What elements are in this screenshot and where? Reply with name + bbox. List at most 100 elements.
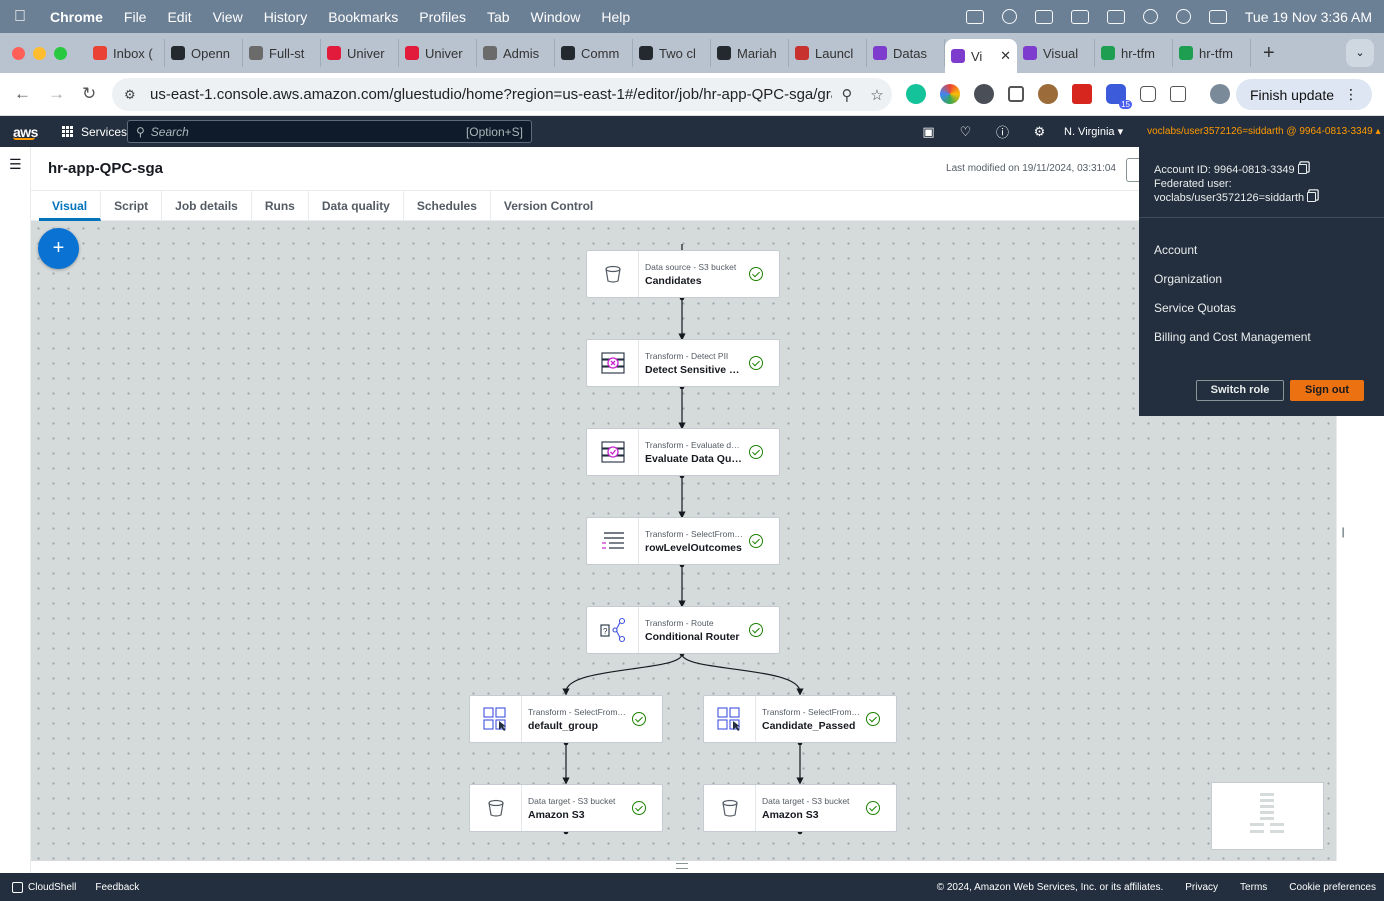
zoom-icon[interactable]: ⚲ <box>832 86 862 104</box>
terms-link[interactable]: Terms <box>1240 882 1267 893</box>
browser-tab[interactable]: Inbox ( <box>87 39 165 67</box>
tab-runs[interactable]: Runs <box>252 190 309 221</box>
menu-link-account[interactable]: Account <box>1154 243 1197 257</box>
browser-tab[interactable]: Comm <box>555 39 633 67</box>
privacy-link[interactable]: Privacy <box>1185 882 1218 893</box>
menu-view[interactable]: View <box>213 9 243 25</box>
apple-icon[interactable]:  <box>14 8 30 26</box>
browser-tab[interactable]: Launcl <box>789 39 867 67</box>
grammarly-extension-icon[interactable] <box>906 84 926 104</box>
elephant-icon[interactable] <box>1070 9 1089 24</box>
cloudshell-button[interactable]: CloudShell <box>12 881 76 893</box>
browser-tab[interactable]: Visual <box>1017 39 1095 67</box>
node-evaluate-data-quality[interactable]: Transform - Evaluate dat... Evaluate Data… <box>586 428 780 476</box>
menu-link-organization[interactable]: Organization <box>1154 272 1222 286</box>
address-bar[interactable]: ⚙ us-east-1.console.aws.amazon.com/glues… <box>112 78 892 111</box>
help-icon[interactable]: ⓘ <box>984 122 1021 141</box>
tab-schedules[interactable]: Schedules <box>404 190 491 221</box>
node-target-s3-right[interactable]: Data target - S3 bucket Amazon S3 <box>703 784 897 832</box>
browser-tab[interactable]: Univer <box>399 39 477 67</box>
weather-icon[interactable] <box>1034 9 1053 24</box>
profile-avatar[interactable] <box>1210 84 1230 104</box>
menu-bookmarks[interactable]: Bookmarks <box>328 9 398 25</box>
tab-search-button[interactable]: ⌄ <box>1346 39 1374 67</box>
node-candidates-source[interactable]: Data source - S3 bucket Candidates <box>586 250 780 298</box>
node-row-level-outcomes[interactable]: Transform - SelectFromC... rowLevelOutcom… <box>586 517 780 565</box>
browser-tab[interactable]: hr-tfm <box>1173 39 1251 67</box>
aws-search-input[interactable]: ⚲ Search [Option+S] <box>127 120 532 143</box>
aws-logo[interactable]: aws <box>0 124 52 140</box>
account-menu-trigger[interactable]: voclabs/user3572126=siddarth @ 9964-0813… <box>1147 126 1380 137</box>
reload-icon[interactable]: ↻ <box>82 84 116 104</box>
copy-icon[interactable] <box>1307 192 1317 202</box>
grip-icon[interactable] <box>676 863 688 869</box>
menu-tab[interactable]: Tab <box>487 9 510 25</box>
menu-history[interactable]: History <box>264 9 308 25</box>
site-settings-icon[interactable]: ⚙ <box>124 87 140 103</box>
screen-share-icon[interactable] <box>965 9 984 24</box>
browser-tab[interactable]: Mariah <box>711 39 789 67</box>
download-icon[interactable] <box>1008 86 1024 102</box>
notifications-bell-icon[interactable]: ♡ <box>947 124 984 140</box>
browser-tab[interactable]: hr-tfm <box>1095 39 1173 67</box>
control-center-icon[interactable] <box>1208 9 1227 24</box>
cloudshell-icon[interactable]: ▣ <box>910 124 947 140</box>
finish-update-button[interactable]: Finish update ⋮ <box>1235 79 1372 110</box>
bottom-resize-bar[interactable] <box>31 861 1348 873</box>
tab-visual[interactable]: Visual <box>39 190 102 221</box>
wifi-icon[interactable] <box>1142 9 1158 24</box>
browser-tab[interactable]: Univer <box>321 39 399 67</box>
hamburger-menu-icon[interactable]: ☰ <box>9 156 22 173</box>
node-candidate-passed[interactable]: Transform - SelectFromC... Candidate_Pass… <box>703 695 897 743</box>
browser-tab[interactable]: Openn <box>165 39 243 67</box>
menu-link-service-quotas[interactable]: Service Quotas <box>1154 301 1236 315</box>
tab-data-quality[interactable]: Data quality <box>309 190 404 221</box>
settings-gear-icon[interactable]: ⚙ <box>1021 124 1058 140</box>
add-node-button[interactable]: + <box>38 228 79 269</box>
spotlight-icon[interactable] <box>1175 9 1191 24</box>
node-conditional-router[interactable]: ? Transform - Route Conditional Router <box>586 606 780 654</box>
tab-job-details[interactable]: Job details <box>162 190 252 221</box>
zoom-window-button[interactable] <box>54 46 67 60</box>
menu-link-billing[interactable]: Billing and Cost Management <box>1154 330 1311 344</box>
browser-tab[interactable]: Vi ✕ <box>945 39 1017 73</box>
close-window-button[interactable] <box>12 46 25 60</box>
menu-window[interactable]: Window <box>531 9 581 25</box>
menu-app-name[interactable]: Chrome <box>50 9 103 25</box>
copy-icon[interactable] <box>1297 164 1307 174</box>
clock[interactable]: Tue 19 Nov 3:36 AM <box>1245 9 1372 25</box>
cookie-preferences-link[interactable]: Cookie preferences <box>1289 882 1376 893</box>
region-selector[interactable]: N. Virginia ▾ <box>1064 125 1123 138</box>
password-extension-icon[interactable] <box>974 84 994 104</box>
url-text[interactable]: us-east-1.console.aws.amazon.com/gluestu… <box>150 86 832 103</box>
tab-script[interactable]: Script <box>101 190 163 221</box>
services-menu[interactable]: Services <box>62 125 127 139</box>
browser-tab[interactable]: Two cl <box>633 39 711 67</box>
sign-out-button[interactable]: Sign out <box>1290 380 1364 401</box>
battery-icon[interactable] <box>1106 9 1125 24</box>
puzzle-icon[interactable] <box>1170 86 1186 102</box>
feedback-link[interactable]: Feedback <box>95 882 139 893</box>
menu-profiles[interactable]: Profiles <box>419 9 466 25</box>
minimize-window-button[interactable] <box>33 46 46 60</box>
close-tab-icon[interactable]: ✕ <box>1000 48 1011 64</box>
menu-edit[interactable]: Edit <box>167 9 191 25</box>
graph-minimap[interactable] <box>1211 782 1324 850</box>
new-tab-button[interactable]: + <box>1263 42 1283 65</box>
badge-extension-icon[interactable]: 15 <box>1106 84 1132 109</box>
panel-divider[interactable] <box>1336 416 1348 861</box>
browser-tab[interactable]: Full-st <box>243 39 321 67</box>
tab-version-control[interactable]: Version Control <box>491 191 606 221</box>
forward-arrow-icon[interactable]: → <box>48 84 82 104</box>
switch-role-button[interactable]: Switch role <box>1196 380 1284 401</box>
bookmark-star-icon[interactable]: ☆ <box>862 86 892 104</box>
menu-file[interactable]: File <box>124 9 147 25</box>
node-target-s3-left[interactable]: Data target - S3 bucket Amazon S3 <box>469 784 663 832</box>
node-default-group[interactable]: Transform - SelectFromC... default_group <box>469 695 663 743</box>
resize-handle-icon[interactable]: ❙ <box>1339 527 1347 538</box>
app-extension-icon[interactable] <box>1140 86 1156 102</box>
chrome-extension-icon[interactable] <box>940 84 960 104</box>
pdf-extension-icon[interactable] <box>1072 84 1092 104</box>
browser-tab[interactable]: Datas <box>867 39 945 67</box>
browser-tab[interactable]: Admis <box>477 39 555 67</box>
